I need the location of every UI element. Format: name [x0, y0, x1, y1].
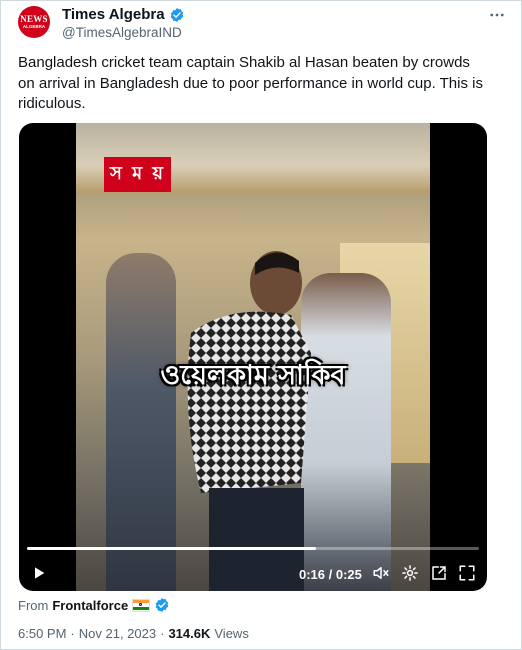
video-progress-bar[interactable] [27, 547, 479, 550]
avatar-text: NEWS [20, 13, 48, 24]
india-flag-icon [132, 598, 151, 612]
play-button[interactable] [29, 563, 49, 583]
tweet-date[interactable]: Nov 21, 2023 [79, 626, 156, 641]
fullscreen-icon [459, 565, 475, 581]
author-name-row: Times Algebra [62, 6, 185, 23]
source-prefix: From [18, 597, 49, 613]
author-name[interactable]: Times Algebra [62, 6, 165, 23]
more-options-button[interactable] [487, 5, 507, 25]
settings-button[interactable] [400, 563, 420, 583]
views-label: Views [214, 626, 249, 641]
video-controls: 0:16 / 0:25 [19, 559, 487, 587]
author-handle[interactable]: @TimesAlgebraIND [62, 25, 182, 40]
settings-icon [402, 565, 418, 581]
tweet-time[interactable]: 6:50 PM [18, 626, 66, 641]
verified-badge-icon [155, 598, 169, 612]
play-icon [35, 567, 45, 579]
video-brand-tag: স ম য় [104, 157, 172, 192]
avatar[interactable]: NEWS ALGEBRA [18, 6, 50, 38]
popout-button[interactable] [429, 563, 449, 583]
tweet-card: NEWS ALGEBRA Times Algebra @TimesAlgebra… [0, 0, 522, 650]
video-player[interactable]: স ম য় ওয়েলকাম সাকিব 0:16 / 0:25 [19, 123, 487, 591]
video-source-row: From Frontalforce [18, 597, 170, 613]
current-time: 0:16 [299, 567, 326, 582]
fullscreen-button[interactable] [457, 563, 477, 583]
mute-button[interactable] [371, 563, 391, 583]
video-frame[interactable]: স ম য় ওয়েলকাম সাকিব [76, 123, 430, 591]
video-time: 0:16 / 0:25 [299, 567, 362, 582]
video-progress-fill [27, 547, 317, 550]
mute-icon [373, 567, 389, 579]
meta-separator: · [70, 626, 75, 641]
popout-icon [432, 566, 446, 580]
views-count: 314.6K [168, 626, 211, 641]
video-scene-main-person [187, 251, 311, 591]
video-scene-person [106, 253, 176, 591]
video-caption: ওয়েলকাম সাকিব [160, 360, 346, 391]
duration: 0:25 [335, 567, 362, 582]
source-name[interactable]: Frontalforce [52, 598, 128, 613]
tweet-text: Bangladesh cricket team captain Shakib a… [18, 54, 483, 112]
avatar-subtext: ALGEBRA [22, 23, 46, 29]
more-icon [490, 13, 504, 17]
meta-separator: · [160, 626, 165, 641]
verified-badge-icon [170, 7, 183, 22]
tweet-meta: 6:50 PM · Nov 21, 2023 · 314.6K Views [18, 626, 249, 641]
